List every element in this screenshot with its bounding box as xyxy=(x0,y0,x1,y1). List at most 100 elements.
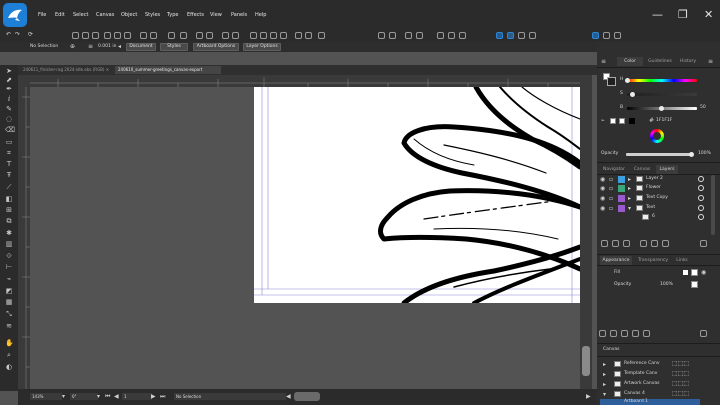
gradient-tool-icon[interactable]: ◧ xyxy=(5,196,13,203)
scroll-left-icon[interactable]: ◀ xyxy=(286,393,291,400)
pen-tool-icon[interactable]: ✒ xyxy=(5,86,13,93)
canvas-tools-icon[interactable]: ⬚⬚⬚ xyxy=(672,390,689,397)
black-swatch[interactable] xyxy=(629,118,635,124)
align-left-icon[interactable] xyxy=(72,32,79,39)
flip-h-icon[interactable] xyxy=(196,32,203,39)
layer-name[interactable]: Text Copy xyxy=(646,195,668,201)
delete-layer-icon[interactable] xyxy=(700,240,707,247)
color-wheel-icon[interactable] xyxy=(650,129,664,143)
first-page-icon[interactable]: ⏮ xyxy=(105,393,110,400)
layer-row[interactable]: ◉ ▫ ▸ Text Copy xyxy=(598,194,706,203)
collapse-icon[interactable]: ▾ xyxy=(603,391,606,398)
maximize-button[interactable]: ❐ xyxy=(678,9,688,21)
view-pixel-icon[interactable] xyxy=(518,32,525,39)
scroll-right-icon[interactable]: ▶ xyxy=(586,393,591,400)
zoom-tool-icon[interactable]: ⌕ xyxy=(5,352,13,359)
appearance-opacity-value[interactable]: 100% xyxy=(660,282,673,288)
layer-target-icon[interactable] xyxy=(698,195,704,201)
fill-color-swatch[interactable] xyxy=(691,269,698,276)
vertical-scroll-thumb[interactable] xyxy=(582,346,590,376)
path-intersect-icon[interactable] xyxy=(270,32,277,39)
stroke-dropdown-icon[interactable]: ◂ xyxy=(118,43,121,50)
fill-checkbox[interactable] xyxy=(683,270,688,275)
duplicate-layer-icon[interactable] xyxy=(623,240,630,247)
mesh-tool-icon[interactable]: ⊞ xyxy=(5,207,13,214)
duplicate-item-icon[interactable] xyxy=(643,330,650,337)
add-stroke-icon[interactable] xyxy=(610,330,617,337)
last-page-icon[interactable]: ⏭ xyxy=(160,393,165,400)
expand-icon[interactable]: ▸ xyxy=(603,381,606,388)
saturation-slider[interactable] xyxy=(627,93,697,96)
path-subtract-icon[interactable] xyxy=(260,32,267,39)
expand-icon[interactable]: ▸ xyxy=(603,371,606,378)
align-center-icon[interactable] xyxy=(82,32,89,39)
minimize-button[interactable]: — xyxy=(652,9,663,21)
align-top-icon[interactable] xyxy=(104,32,111,39)
layer-row[interactable]: ◉ ▫ ▾ Text xyxy=(598,204,706,213)
layer-row[interactable]: 6 xyxy=(598,213,706,222)
tab-links[interactable]: Links xyxy=(673,256,691,265)
hue-knob[interactable] xyxy=(625,78,630,83)
app-logo[interactable] xyxy=(3,3,27,27)
next-page-icon[interactable]: ▶ xyxy=(151,393,156,400)
clear-appearance-icon[interactable] xyxy=(632,330,639,337)
new-sublayer-icon[interactable] xyxy=(612,240,619,247)
layer-name[interactable]: Flower xyxy=(646,185,661,191)
styles-button[interactable]: Styles xyxy=(160,43,188,51)
target-icon[interactable]: ⊕ xyxy=(70,43,75,50)
layer-name[interactable]: Layer 2 xyxy=(646,176,663,182)
expand-icon[interactable]: ▸ xyxy=(628,176,631,183)
eyedropper-tool-icon[interactable]: ⌁ xyxy=(5,276,13,283)
opacity-slider[interactable] xyxy=(626,153,692,156)
panel-collapse-icon[interactable]: ≡ xyxy=(708,58,713,65)
path-exclude-icon[interactable] xyxy=(280,32,287,39)
doc-tab-active[interactable]: 240610_summer-greetings_canvas-export xyxy=(115,66,221,74)
white-swatch[interactable] xyxy=(610,118,616,124)
panel-columns-icon[interactable] xyxy=(603,32,610,39)
menu-canvas[interactable]: Canvas xyxy=(96,12,114,18)
crop-tool-icon[interactable]: ⌗ xyxy=(5,150,13,157)
layer-name[interactable]: Text xyxy=(646,205,655,211)
tab-layers[interactable]: Layers xyxy=(656,165,678,174)
menu-object[interactable]: Object xyxy=(121,12,137,18)
select-tool-icon[interactable]: ➤ xyxy=(5,68,13,75)
tab-history[interactable]: History xyxy=(677,57,699,66)
saturation-knob[interactable] xyxy=(630,92,635,97)
panel-layout-icon[interactable] xyxy=(592,32,599,39)
opacity-knob[interactable] xyxy=(689,152,694,157)
tab-navigator[interactable]: Navigator xyxy=(600,165,628,174)
layer-target-icon[interactable] xyxy=(698,214,704,220)
canvas-row[interactable]: ▸ Template Canv xyxy=(598,370,706,379)
panel-grid-icon[interactable] xyxy=(614,32,621,39)
rotate-ccw-icon[interactable] xyxy=(232,32,239,39)
view-outline-icon[interactable] xyxy=(507,32,514,39)
align-bottom-icon[interactable] xyxy=(124,32,131,39)
layer-target-icon[interactable] xyxy=(698,185,704,191)
collapse-icon[interactable]: ▾ xyxy=(628,205,631,212)
hide-icon[interactable] xyxy=(318,32,325,39)
layer-name[interactable]: 6 xyxy=(652,214,655,220)
stroke-width-input[interactable]: 0.001 in xyxy=(98,44,116,50)
view-mode-icon[interactable] xyxy=(496,32,503,39)
menu-file[interactable]: File xyxy=(38,12,46,18)
expand-icon[interactable]: ▸ xyxy=(628,185,631,192)
undo-icon[interactable]: ↶ xyxy=(6,31,11,38)
text-path-tool-icon[interactable]: Ŧ xyxy=(5,172,13,179)
pencil-tool-icon[interactable]: ✎ xyxy=(5,106,13,113)
canvas-tools-icon[interactable]: ⬚⬚⬚ xyxy=(672,370,689,377)
merge-layer-icon[interactable] xyxy=(640,240,647,247)
slice-tool-icon[interactable]: ⟐ xyxy=(5,253,13,260)
send-back-icon[interactable] xyxy=(448,32,455,39)
close-button[interactable]: ✕ xyxy=(704,9,713,21)
blend-tool-icon[interactable]: ⧉ xyxy=(5,218,13,225)
symbol-tool-icon[interactable]: ✱ xyxy=(5,230,13,237)
eye-icon[interactable]: ◉ xyxy=(600,185,605,192)
snap-point-icon[interactable] xyxy=(389,32,396,39)
canvas-tools-icon[interactable]: ⬚⬚⬚ xyxy=(672,360,689,367)
canvas-row-selected[interactable]: Artboard 1 xyxy=(600,399,700,405)
hue-slider[interactable] xyxy=(627,79,697,82)
chart-tool-icon[interactable]: ▥ xyxy=(5,241,13,248)
eraser-tool-icon[interactable]: ⌫ xyxy=(5,127,15,134)
redo-icon[interactable]: ↷ xyxy=(15,31,20,38)
fill-visibility-icon[interactable]: ◉ xyxy=(701,269,706,276)
